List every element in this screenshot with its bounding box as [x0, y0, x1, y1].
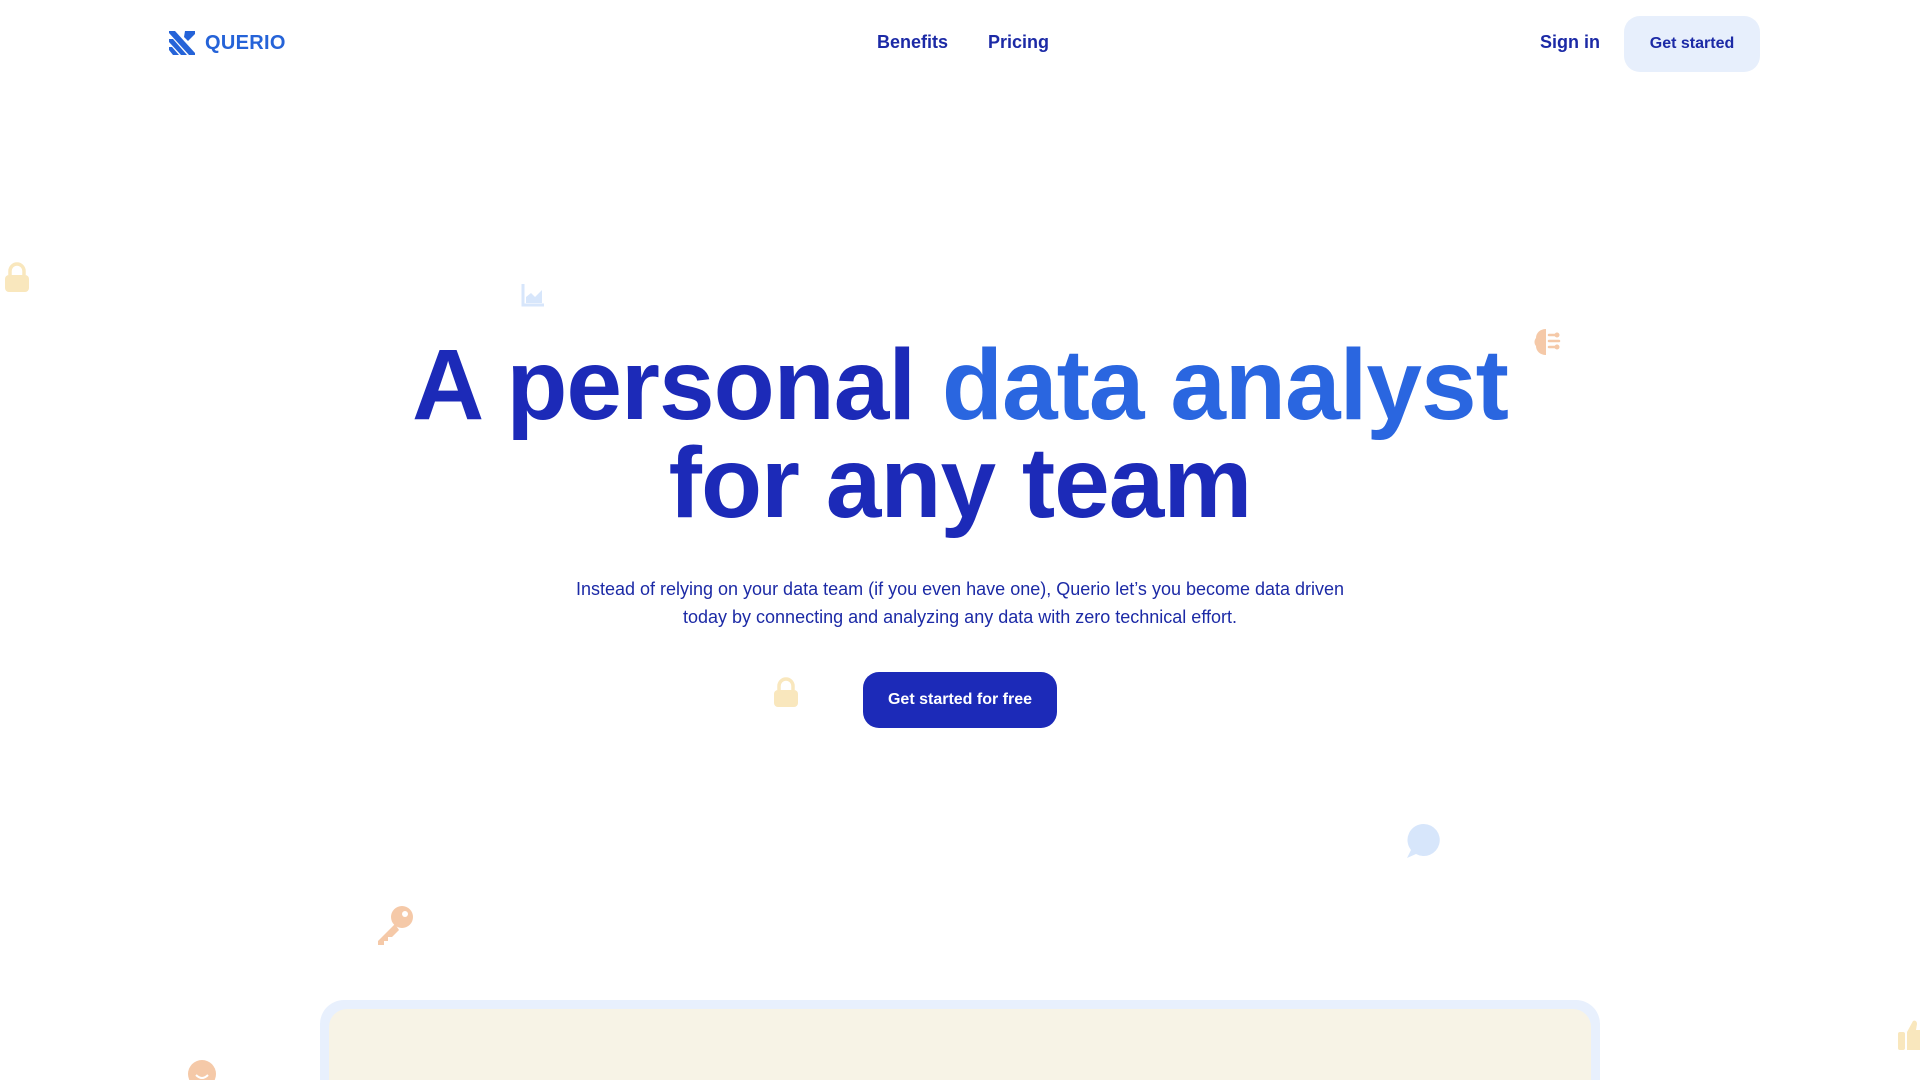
nav-link-benefits[interactable]: Benefits — [877, 32, 948, 53]
hero-title-accent: data analyst — [941, 329, 1509, 441]
nav-link-pricing[interactable]: Pricing — [988, 32, 1049, 53]
lock-icon — [774, 677, 798, 707]
hero-subtitle: Instead of relying on your data team (if… — [575, 579, 1345, 627]
key-icon — [378, 906, 413, 945]
smiley-icon — [188, 1060, 216, 1080]
hero-title: A personal data analyst for any team — [0, 335, 1920, 533]
landing-page: QUERIO Benefits Pricing Sign in Get star… — [0, 0, 1920, 1080]
get-started-free-button[interactable]: Get started for free — [863, 672, 1057, 728]
product-preview-frame — [320, 1000, 1600, 1080]
hero-title-part2: for any team — [668, 427, 1253, 539]
product-preview-panel — [329, 1009, 1591, 1080]
brand-name: QUERIO — [205, 31, 286, 54]
querio-logo[interactable]: QUERIO — [167, 29, 286, 57]
lock-icon — [5, 262, 29, 292]
chat-bubble-icon — [1407, 823, 1440, 858]
sign-in-link[interactable]: Sign in — [1540, 32, 1600, 53]
hero-title-part1: A personal — [412, 329, 942, 441]
querio-logo-icon — [169, 31, 195, 55]
thumbs-up-icon — [1898, 1020, 1920, 1050]
get-started-button[interactable]: Get started — [1624, 16, 1760, 72]
chart-icon — [521, 284, 544, 307]
main-nav: Benefits Pricing — [877, 32, 1049, 53]
